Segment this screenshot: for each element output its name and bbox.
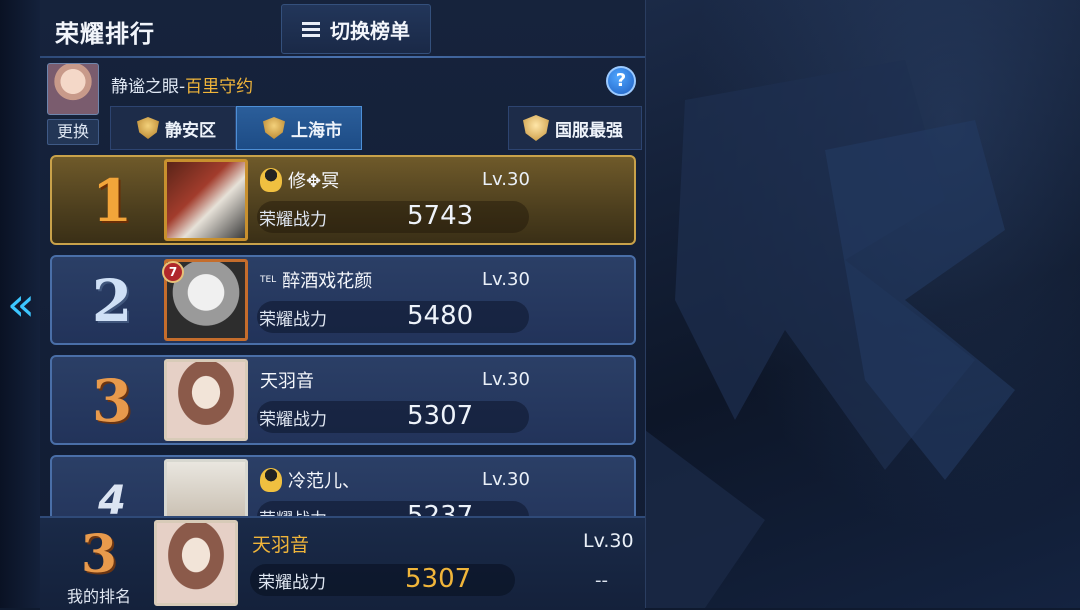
my-rank-label: 我的排名 <box>67 587 132 606</box>
power-value: 5743 <box>407 201 474 231</box>
rank-badge-icon: 3 <box>91 367 133 435</box>
player-avatar[interactable] <box>164 459 248 516</box>
national-shield-icon <box>523 115 549 141</box>
my-rank-badge-icon: 3 <box>80 523 118 585</box>
qq-penguin-icon <box>260 168 282 192</box>
player-name-row: 冷范儿、 <box>260 467 360 493</box>
my-name: 天羽音 <box>252 534 310 556</box>
power-label: 荣耀战力 <box>259 410 327 430</box>
power-value: 5237 <box>407 501 474 516</box>
my-power-box: 荣耀战力 5307 <box>250 564 515 596</box>
rank-number: 4 <box>98 478 126 516</box>
tab-city[interactable]: 上海市 <box>236 106 362 150</box>
tab-city-label: 上海市 <box>291 120 342 141</box>
background-art <box>645 0 1080 608</box>
hero-name: 静谧之眼-百里守约 <box>111 72 253 97</box>
player-name: 醉酒戏花颜 <box>282 271 373 292</box>
my-power-value: 5307 <box>405 564 472 594</box>
power-box: 荣耀战力 5307 <box>257 401 529 433</box>
hero-name-highlight: 百里守约 <box>185 77 254 97</box>
tab-district[interactable]: 静安区 <box>110 106 236 150</box>
player-level: Lv.30 <box>482 269 530 290</box>
player-name-row: 天羽音 <box>260 367 314 393</box>
district-shield-icon <box>137 117 159 139</box>
player-name: 天羽音 <box>260 371 314 392</box>
qq-penguin-icon <box>260 468 282 492</box>
player-level: Lv.30 <box>482 469 530 490</box>
ranking-row[interactable]: 3 天羽音 Lv.30 荣耀战力 5307 <box>50 355 636 445</box>
hero-avatar[interactable] <box>47 63 99 115</box>
page-title: 荣耀排行 <box>55 20 155 48</box>
player-avatar[interactable] <box>164 159 248 241</box>
rank-badge-icon: 2 <box>91 267 133 335</box>
tab-national-strongest[interactable]: 国服最强 <box>508 106 642 150</box>
ranking-row[interactable]: 2 7 TEL 醉酒戏花颜 Lv.30 荣耀战力 5480 <box>50 255 636 345</box>
my-level: Lv.30 <box>583 530 634 552</box>
tel-tag: TEL <box>260 275 277 285</box>
my-extra-value: -- <box>595 570 608 591</box>
power-box: 荣耀战力 5480 <box>257 301 529 333</box>
switch-list-label: 切换榜单 <box>330 18 410 43</box>
power-label: 荣耀战力 <box>259 505 327 516</box>
rank-badge-icon: 1 <box>91 167 133 235</box>
player-level: Lv.30 <box>482 369 530 390</box>
player-avatar[interactable] <box>164 359 248 441</box>
ranking-row[interactable]: 4 冷范儿、 Lv.30 荣耀战力 5237 <box>50 455 636 516</box>
city-shield-icon <box>263 117 285 139</box>
power-box: 荣耀战力 5743 <box>257 201 529 233</box>
ranking-row[interactable]: 1 修✥冥 Lv.30 荣耀战力 5743 <box>50 155 636 245</box>
list-icon <box>302 21 320 37</box>
player-name: 冷范儿、 <box>288 471 360 492</box>
hero-skin-name: 静谧之眼- <box>111 77 186 97</box>
my-power-label: 荣耀战力 <box>258 573 326 593</box>
player-level: Lv.30 <box>482 169 530 190</box>
back-arrow-icon[interactable]: « <box>6 278 36 330</box>
title-divider <box>40 56 645 58</box>
vip-level-badge: 7 <box>162 261 184 283</box>
my-avatar[interactable] <box>154 520 238 606</box>
switch-list-button[interactable]: 切换榜单 <box>281 4 431 54</box>
change-hero-button[interactable]: 更换 <box>47 119 99 145</box>
ranking-list[interactable]: 1 修✥冥 Lv.30 荣耀战力 5743 2 7 TEL 醉酒戏花颜 Lv.3… <box>40 150 645 516</box>
player-name-row: TEL 醉酒戏花颜 <box>260 267 372 293</box>
my-rank-bar: 3 我的排名 天羽音 Lv.30 荣耀战力 5307 -- <box>40 516 645 610</box>
power-box: 荣耀战力 5237 <box>257 501 529 516</box>
tab-district-label: 静安区 <box>165 120 216 141</box>
tab-national-label: 国服最强 <box>555 120 623 141</box>
power-label: 荣耀战力 <box>259 310 327 330</box>
player-name-row: 修✥冥 <box>260 167 339 193</box>
player-name: 修✥冥 <box>288 171 340 192</box>
help-icon[interactable]: ? <box>606 66 636 96</box>
power-value: 5307 <box>407 401 474 431</box>
power-label: 荣耀战力 <box>259 210 327 230</box>
power-value: 5480 <box>407 301 474 331</box>
